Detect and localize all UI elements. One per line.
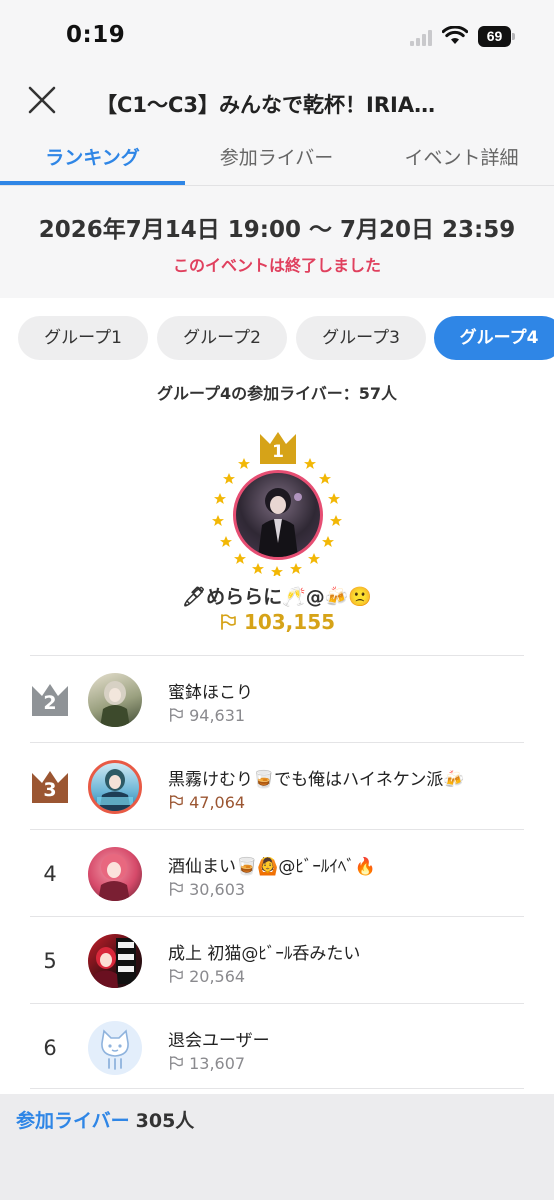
ranking-row[interactable]: 6 退会ユーザー 13,607 (30, 1003, 524, 1090)
first-place-score: 103,155 (0, 610, 554, 634)
ranking-row[interactable]: 2 蜜鉢ほこり 94,631 (30, 655, 524, 742)
active-tab-indicator (0, 181, 185, 185)
flag-icon (170, 1056, 183, 1070)
first-place-avatar[interactable] (233, 470, 323, 560)
page-title: 【C1〜C3】みんなで乾杯！IRIA… (96, 93, 436, 117)
liver-score-value: 13,607 (189, 1054, 246, 1073)
liver-score: 94,631 (168, 706, 245, 725)
gold-crown-icon: 1 (258, 430, 298, 466)
status-bar: 0:19 69 (0, 0, 554, 72)
tab-event-details[interactable]: イベント詳細 (369, 130, 554, 186)
flag-icon (170, 969, 183, 983)
ranking-row[interactable]: 5 成上 初猫@ﾋﾞｰﾙ呑みたい 20,564 (30, 916, 524, 1003)
participants-total: 305人 (135, 1110, 195, 1132)
flag-icon (170, 882, 183, 896)
event-period: 2026年7月14日 19:00 〜 7月20日 23:59 このイベントは終了… (0, 186, 554, 298)
ranking-row[interactable]: 3 黒霧けむり🥃でも俺はハイネケン派🍻 47,064 (30, 742, 524, 829)
group-chip-1[interactable]: グループ1 (18, 316, 148, 360)
liver-name: 退会ユーザー (168, 1031, 270, 1051)
participants-link[interactable]: 参加ライバー (16, 1110, 130, 1132)
tab-ranking[interactable]: ランキング (0, 130, 185, 186)
signal-icon (410, 30, 434, 46)
tab-participants[interactable]: 参加ライバー (184, 130, 369, 186)
group-chip-2[interactable]: グループ2 (157, 316, 287, 360)
bronze-crown-icon: 3 (30, 769, 70, 805)
rank-number: 3 (43, 779, 57, 801)
first-place[interactable]: 1 (200, 426, 354, 576)
group-chip-4[interactable]: グループ4 (434, 316, 554, 360)
avatar[interactable] (88, 673, 142, 727)
liver-score-value: 30,603 (189, 880, 246, 899)
ranking-row[interactable]: 4 酒仙まい🥃🙆@ﾋﾞｰﾙｲﾍﾞ🔥 30,603 (30, 829, 524, 916)
liver-score-value: 94,631 (189, 706, 246, 725)
clock: 0:19 (66, 22, 126, 48)
liver-score-value: 47,064 (189, 793, 246, 812)
default-user-avatar[interactable] (88, 1021, 142, 1075)
event-date-range: 2026年7月14日 19:00 〜 7月20日 23:59 (38, 217, 516, 243)
liver-score-value: 20,564 (189, 967, 246, 986)
first-rank-number: 1 (272, 442, 284, 462)
liver-name: 蜜鉢ほこり (168, 683, 253, 703)
event-ended-notice: このイベントは終了しました (172, 256, 381, 275)
flag-icon (170, 795, 183, 809)
battery-level: 69 (478, 26, 511, 47)
flag-icon (170, 708, 183, 722)
header: 【C1〜C3】みんなで乾杯！IRIA… (0, 72, 554, 130)
battery-icon: 69 (478, 26, 516, 47)
participants-footer: 参加ライバー 305人 (0, 1094, 554, 1200)
group-chip-3[interactable]: グループ3 (296, 316, 426, 360)
first-place-name: 🖊めららに🥂@🍻🙁 (181, 586, 373, 608)
rank-number: 4 (43, 862, 57, 886)
avatar[interactable] (88, 760, 142, 814)
divider (30, 1088, 524, 1089)
avatar[interactable] (88, 934, 142, 988)
liver-name: 黒霧けむり🥃でも俺はハイネケン派🍻 (168, 770, 465, 790)
close-icon[interactable] (24, 82, 60, 118)
liver-name: 成上 初猫@ﾋﾞｰﾙ呑みたい (168, 944, 361, 964)
liver-score: 20,564 (168, 967, 245, 986)
wifi-icon (442, 26, 468, 44)
liver-name: 酒仙まい🥃🙆@ﾋﾞｰﾙｲﾍﾞ🔥 (168, 857, 377, 877)
first-place-score-value: 103,155 (243, 610, 336, 634)
liver-score: 47,064 (168, 793, 245, 812)
rank-number: 6 (43, 1036, 57, 1060)
participants-summary: 参加ライバー 305人 (16, 1106, 194, 1133)
liver-score: 13,607 (168, 1054, 245, 1073)
liver-score: 30,603 (168, 880, 245, 899)
tab-bar: ランキング 参加ライバー イベント詳細 (0, 130, 554, 186)
rank-number: 2 (43, 692, 57, 714)
flag-icon (221, 614, 236, 630)
silver-crown-icon: 2 (30, 682, 70, 718)
avatar[interactable] (88, 847, 142, 901)
rank-number: 5 (43, 949, 57, 973)
group-participant-count: グループ4の参加ライバー：57人 (156, 384, 398, 403)
